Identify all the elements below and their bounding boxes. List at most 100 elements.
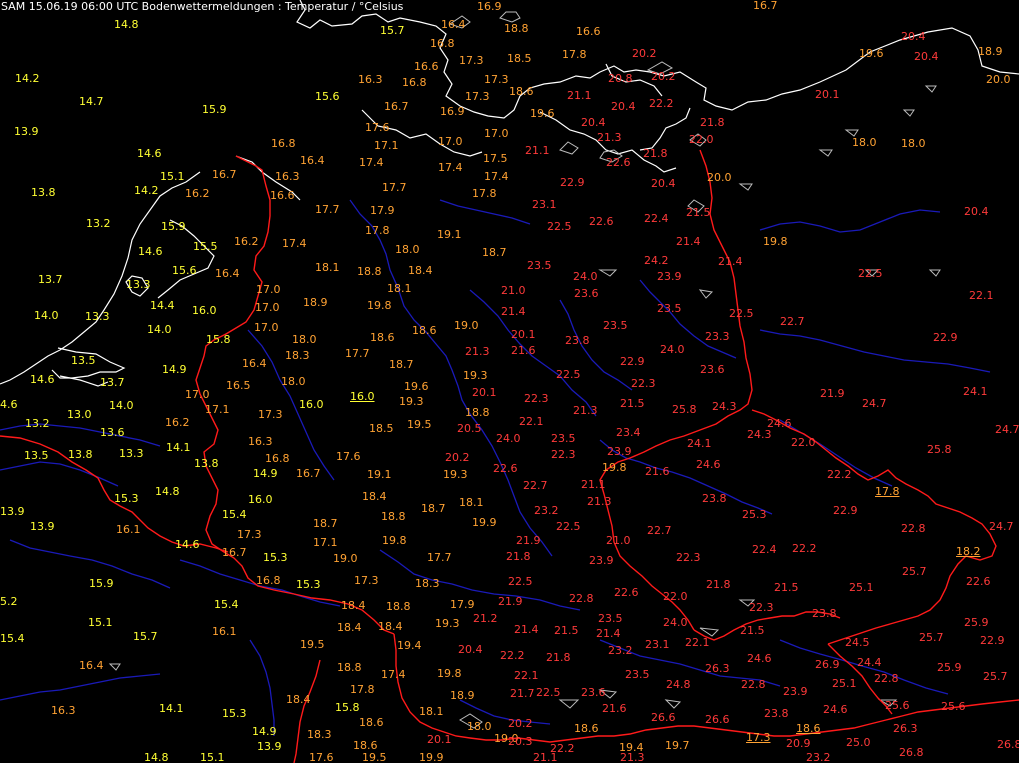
station-temperature: 16.0 (350, 389, 375, 403)
station-temperature: 21.4 (718, 254, 743, 268)
station-temperature: 21.9 (820, 386, 845, 400)
station-temperature: 24.7 (995, 422, 1019, 436)
station-temperature: 18.8 (504, 21, 529, 35)
station-temperature: 16.7 (222, 545, 247, 559)
station-temperature: 17.3 (459, 53, 484, 67)
station-temperature: 13.3 (126, 277, 151, 291)
station-temperature: 26.3 (893, 721, 918, 735)
station-temperature: 17.9 (370, 203, 395, 217)
station-temperature: 26.8 (997, 737, 1019, 751)
station-temperature: 22.4 (644, 211, 669, 225)
station-temperature: 17.4 (484, 169, 509, 183)
station-temperature: 21.5 (774, 580, 799, 594)
station-temperature: 22.5 (858, 266, 883, 280)
station-temperature: 22.0 (689, 132, 714, 146)
station-temperature: 19.7 (665, 738, 690, 752)
station-temperature: 18.0 (467, 719, 492, 733)
station-temperature: 16.4 (79, 658, 104, 672)
station-temperature: 22.1 (519, 414, 544, 428)
station-temperature: 21.0 (501, 283, 526, 297)
station-temperature: 16.2 (234, 234, 259, 248)
station-temperature: 23.5 (603, 318, 628, 332)
station-temperature: 17.8 (875, 484, 900, 498)
station-temperature: 21.4 (514, 622, 539, 636)
station-temperature: 14.9 (253, 466, 278, 480)
station-temperature: 15.5 (193, 239, 218, 253)
station-temperature: 14.0 (109, 398, 134, 412)
station-temperature: 26.6 (651, 710, 676, 724)
station-temperature: 17.0 (254, 320, 279, 334)
station-temperature: 15.9 (161, 219, 186, 233)
station-temperature: 18.0 (852, 135, 877, 149)
station-temperature: 13.3 (119, 446, 144, 460)
station-temperature: 13.8 (31, 185, 56, 199)
station-temperature: 15.1 (200, 751, 225, 763)
station-temperature: 14.6 (138, 244, 163, 258)
station-temperature: 15.3 (263, 550, 288, 564)
station-temperature: 24.2 (644, 253, 669, 267)
station-temperature: 16.9 (477, 0, 502, 13)
station-temperature: 18.8 (357, 264, 382, 278)
station-temperature: 18.0 (281, 374, 306, 388)
station-temperature: 21.8 (546, 650, 571, 664)
station-temperature: 14.1 (166, 440, 191, 454)
station-temperature: 15.8 (335, 700, 360, 714)
station-temperature: 24.0 (663, 615, 688, 629)
station-temperature: 14.2 (15, 71, 40, 85)
station-temperature: 14.8 (144, 751, 169, 763)
station-temperature: 13.7 (100, 375, 125, 389)
station-temperature: 24.4 (857, 655, 882, 669)
station-temperature: 16.3 (51, 703, 76, 717)
station-temperature: 22.2 (827, 467, 852, 481)
station-temperature: 18.5 (507, 51, 532, 65)
station-temperature: 17.3 (746, 730, 771, 744)
station-temperature: 17.8 (562, 47, 587, 61)
station-temperature: 14.1 (159, 701, 184, 715)
station-temperature: 18.7 (313, 516, 338, 530)
station-temperature: 20.1 (427, 732, 452, 746)
station-temperature: 20.4 (964, 204, 989, 218)
station-temperature: 17.6 (336, 449, 361, 463)
station-temperature: 16.4 (215, 266, 240, 280)
station-temperature: 16.8 (271, 136, 296, 150)
borders (0, 149, 1019, 763)
station-temperature: 21.8 (506, 549, 531, 563)
station-temperature: 18.0 (292, 332, 317, 346)
station-temperature: 23.5 (598, 611, 623, 625)
station-temperature: 24.0 (660, 342, 685, 356)
station-temperature: 17.0 (185, 387, 210, 401)
station-temperature: 23.8 (702, 491, 727, 505)
station-temperature: 17.6 (365, 120, 390, 134)
station-temperature: 21.6 (645, 464, 670, 478)
station-temperature: 14.6 (175, 537, 200, 551)
station-temperature: 14.2 (134, 183, 159, 197)
station-temperature: 19.8 (367, 298, 392, 312)
station-temperature: 25.6 (885, 698, 910, 712)
station-temperature: 17.1 (374, 138, 399, 152)
station-temperature: 14.6 (30, 372, 55, 386)
station-temperature: 16.7 (753, 0, 778, 12)
station-temperature: 25.1 (832, 676, 857, 690)
station-temperature: 20.4 (458, 642, 483, 656)
station-temperature: 20.0 (707, 170, 732, 184)
station-temperature: 15.3 (222, 706, 247, 720)
station-temperature: 16.6 (270, 188, 295, 202)
station-temperature: 22.4 (752, 542, 777, 556)
station-temperature: 19.8 (437, 666, 462, 680)
station-temperature: 21.6 (602, 701, 627, 715)
station-temperature: 18.6 (509, 84, 534, 98)
station-temperature: 23.8 (812, 606, 837, 620)
station-temperature: 13.0 (67, 407, 92, 421)
station-temperature: 20.8 (608, 71, 633, 85)
station-temperature: 14.0 (147, 322, 172, 336)
station-temperature: 21.5 (620, 396, 645, 410)
station-temperature: 25.8 (927, 442, 952, 456)
station-temperature: 18.8 (381, 509, 406, 523)
station-temperature: 22.3 (749, 600, 774, 614)
station-temperature: 23.1 (532, 197, 557, 211)
station-temperature: 25.0 (846, 735, 871, 749)
station-temperature: 16.8 (430, 36, 455, 50)
station-temperature: 17.5 (483, 151, 508, 165)
station-temperature: 16.1 (116, 522, 141, 536)
station-temperature: 18.4 (286, 692, 311, 706)
